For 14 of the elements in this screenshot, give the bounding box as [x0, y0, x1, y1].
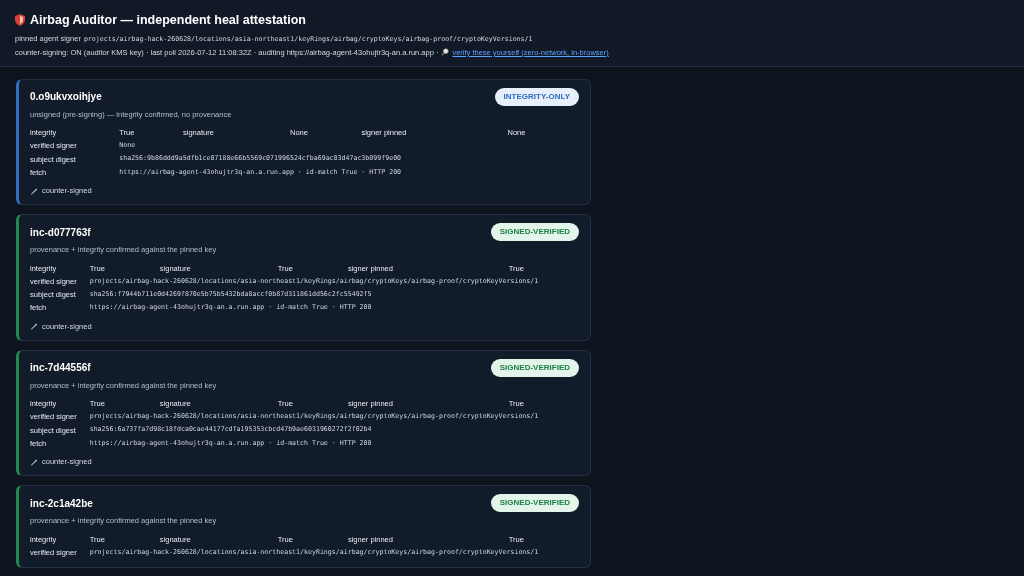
status-badge: SIGNED-VERIFIED [490, 494, 579, 513]
pen-icon [30, 322, 38, 331]
pen-icon [30, 457, 38, 466]
status-badge: INTEGRITY-ONLY [494, 87, 579, 106]
incident-id: 0.o9ukvxoihjye [30, 90, 102, 105]
status-badge: SIGNED-VERIFIED [490, 223, 579, 242]
page-title: Airbag Auditor — independent heal attestation [30, 12, 306, 29]
incident-id: inc-7d44556f [30, 361, 91, 376]
incident-id: inc-2c1a42be [30, 496, 93, 511]
magnifier-icon [441, 48, 450, 57]
status-badge: SIGNED-VERIFIED [490, 358, 579, 377]
incident-id: inc-d077763f [30, 225, 91, 240]
pen-icon [30, 186, 38, 195]
shield-icon [15, 14, 25, 27]
